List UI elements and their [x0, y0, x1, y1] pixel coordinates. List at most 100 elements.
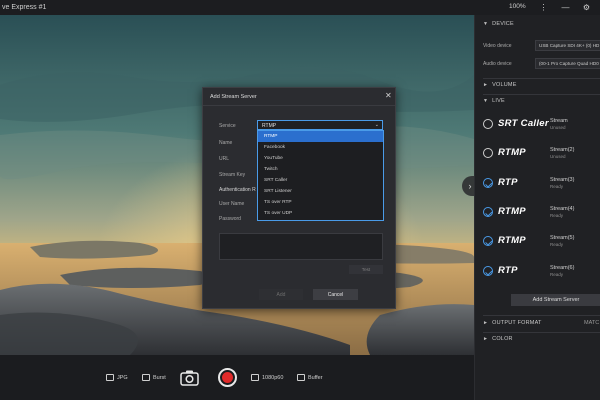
service-option[interactable]: YouTube — [258, 153, 383, 164]
divider — [483, 78, 600, 79]
image-icon — [106, 374, 114, 381]
stream-status: Ready — [550, 184, 564, 189]
device-header-label: DEVICE — [492, 21, 514, 27]
service-option[interactable]: Twitch — [258, 164, 383, 175]
circle-icon[interactable] — [483, 148, 493, 158]
stream-row[interactable]: RTP Stream(6) Ready — [483, 261, 600, 283]
settings-icon[interactable]: ⚙ — [581, 2, 592, 13]
stream-status: Ready — [550, 213, 564, 218]
stream-protocol: RTMP — [498, 235, 526, 246]
live-section-header[interactable]: ▼ LIVE — [483, 98, 505, 104]
service-option[interactable]: RTMP — [258, 131, 383, 142]
divider — [483, 315, 600, 316]
dialog-title: Add Stream Server — [210, 94, 257, 100]
check-circle-icon[interactable] — [483, 236, 493, 246]
close-icon[interactable]: ✕ — [385, 91, 392, 100]
chevron-right-icon: ► — [483, 320, 489, 326]
stream-name: Stream(6) — [550, 265, 575, 271]
check-circle-icon[interactable] — [483, 178, 493, 188]
minimize-icon[interactable]: — — [560, 2, 571, 13]
more-icon[interactable]: ⋮ — [538, 2, 549, 13]
stream-name: Stream(2) — [550, 147, 575, 153]
stream-protocol: RTMP — [498, 147, 526, 158]
chevron-down-icon: ▼ — [483, 98, 489, 104]
chevron-right-icon: ► — [483, 82, 489, 88]
stream-key-label: Stream Key — [219, 172, 246, 178]
stream-status: Unused — [550, 154, 566, 159]
title-bar: ve Express #1 100% ⋮ — ⚙ — [0, 0, 600, 15]
divider — [203, 105, 395, 106]
camera-icon[interactable] — [180, 369, 199, 386]
circle-icon[interactable] — [483, 119, 493, 129]
stream-name: Stream(5) — [550, 235, 575, 241]
add-stream-server-dialog: Add Stream Server ✕ Service Name URL Str… — [202, 87, 396, 309]
output-format-value: MATC — [584, 320, 600, 326]
test-output-area[interactable] — [219, 233, 383, 260]
test-button[interactable]: Test — [349, 265, 383, 274]
service-option[interactable]: SRT Caller — [258, 175, 383, 186]
service-select[interactable]: RTMP ⌄ — [257, 120, 383, 130]
buffer-button[interactable]: Buffer — [297, 374, 323, 381]
stream-status: Unused — [550, 125, 566, 130]
user-name-label: User Name — [219, 201, 245, 207]
stream-protocol: RTP — [498, 177, 518, 188]
color-header-label: COLOR — [492, 336, 513, 342]
service-dropdown: RTMP Facebook YouTube Twitch SRT Caller … — [257, 130, 384, 221]
volume-section-header[interactable]: ► VOLUME — [483, 82, 517, 88]
monitor-icon — [251, 374, 259, 381]
buffer-label: Buffer — [308, 374, 323, 381]
jpg-format-button[interactable]: JPG — [106, 374, 128, 381]
burst-button[interactable]: Burst — [142, 374, 166, 381]
cancel-button[interactable]: Cancel — [313, 289, 358, 300]
stream-status: Ready — [550, 242, 564, 247]
zoom-level[interactable]: 100% — [509, 3, 526, 10]
volume-header-label: VOLUME — [492, 82, 517, 88]
audio-device-label: Audio device — [483, 61, 512, 67]
video-device-select[interactable]: USB Capture SDI 4K+ (0) HD — [535, 40, 600, 51]
chevron-right-icon: ► — [483, 336, 489, 342]
password-label: Password — [219, 216, 241, 222]
divider — [483, 94, 600, 95]
stream-row[interactable]: RTMP Stream(2) Unused — [483, 143, 600, 165]
authentication-label: Authentication R — [219, 187, 256, 193]
output-format-header-label: OUTPUT FORMAT — [492, 320, 542, 326]
color-section-header[interactable]: ► COLOR — [483, 336, 513, 342]
add-button[interactable]: Add — [259, 289, 303, 300]
burst-icon — [142, 374, 150, 381]
video-device-label: Video device — [483, 43, 512, 49]
resolution-button[interactable]: 1080p60 — [251, 374, 283, 381]
record-button[interactable] — [218, 368, 237, 387]
device-section-header[interactable]: ▼ DEVICE — [483, 21, 514, 27]
service-label: Service — [219, 123, 236, 129]
jpg-label: JPG — [117, 374, 128, 381]
audio-device-select[interactable]: (00-1 Pro Capture Quad HD0 — [535, 58, 600, 69]
check-circle-icon[interactable] — [483, 266, 493, 276]
stream-row[interactable]: SRT Caller Stream Unused — [483, 114, 600, 136]
service-option[interactable]: Facebook — [258, 142, 383, 153]
service-option[interactable]: SRT Listener — [258, 186, 383, 197]
buffer-icon — [297, 374, 305, 381]
resolution-label: 1080p60 — [262, 374, 284, 381]
output-format-section-header[interactable]: ► OUTPUT FORMAT — [483, 320, 542, 326]
stream-row[interactable]: RTP Stream(3) Ready — [483, 173, 600, 195]
stream-row[interactable]: RTMP Stream(5) Ready — [483, 231, 600, 253]
stream-name: Stream(3) — [550, 177, 575, 183]
add-stream-server-button[interactable]: Add Stream Server — [511, 294, 600, 306]
service-option[interactable]: TS over RTP — [258, 197, 383, 208]
stream-protocol: RTMP — [498, 206, 526, 217]
stream-row[interactable]: RTMP Stream(4) Ready — [483, 202, 600, 224]
settings-panel: ▼ DEVICE Video device USB Capture SDI 4K… — [474, 15, 600, 400]
live-header-label: LIVE — [492, 98, 505, 104]
service-select-value: RTMP — [262, 122, 277, 129]
divider — [483, 332, 600, 333]
chevron-down-icon: ▼ — [483, 21, 489, 27]
service-option[interactable]: TS over UDP — [258, 208, 383, 219]
check-circle-icon[interactable] — [483, 207, 493, 217]
stream-protocol: RTP — [498, 265, 518, 276]
stream-name: Stream(4) — [550, 206, 575, 212]
record-icon — [222, 372, 233, 383]
stream-protocol: SRT Caller — [498, 118, 549, 129]
window-title: ve Express #1 — [2, 4, 47, 11]
url-label: URL — [219, 156, 230, 162]
stream-status: Ready — [550, 272, 564, 277]
